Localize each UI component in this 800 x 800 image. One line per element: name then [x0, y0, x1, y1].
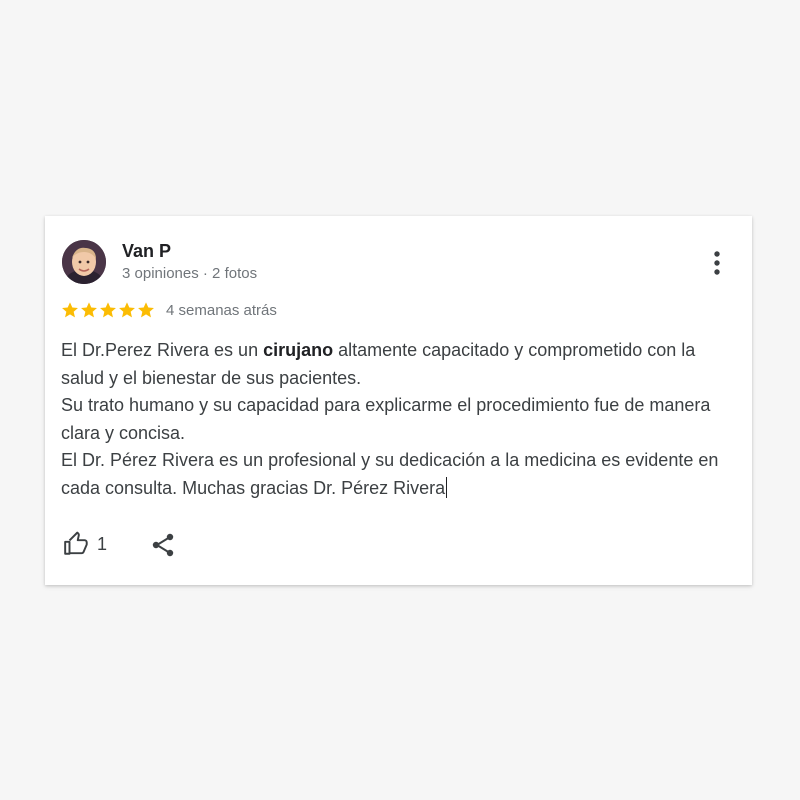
more-options-button[interactable]	[704, 249, 730, 277]
review-text-bold: cirujano	[263, 340, 334, 360]
review-card: Van P 3 opiniones · 2 fotos 4 semanas at…	[45, 216, 752, 585]
share-icon	[152, 533, 174, 557]
star-icon	[61, 301, 79, 319]
review-text: El Dr.Perez Rivera es un cirujano altame…	[61, 337, 741, 502]
author-name[interactable]: Van P	[122, 241, 171, 262]
star-rating	[61, 301, 155, 319]
thumb-up-icon	[64, 531, 88, 555]
star-icon	[118, 301, 136, 319]
review-text-part: El Dr. Pérez Rivera es un profesional y …	[61, 450, 719, 498]
like-button[interactable]: 1	[63, 531, 107, 557]
author-meta: 3 opiniones · 2 fotos	[122, 265, 258, 282]
share-button[interactable]	[151, 532, 175, 563]
review-paragraph-1: El Dr.Perez Rivera es un cirujano altame…	[61, 337, 741, 392]
review-paragraph-3: El Dr. Pérez Rivera es un profesional y …	[61, 447, 741, 502]
review-paragraph-2: Su trato humano y su capacidad para expl…	[61, 395, 711, 443]
star-icon	[99, 301, 117, 319]
review-text-part: El Dr.Perez Rivera es un	[61, 340, 264, 360]
star-icon	[137, 301, 155, 319]
more-vert-icon	[714, 251, 720, 275]
star-icon	[80, 301, 98, 319]
author-avatar[interactable]	[62, 240, 106, 284]
review-time: 4 semanas atrás	[166, 302, 277, 319]
text-cursor	[446, 476, 448, 498]
avatar-image	[62, 240, 106, 284]
like-count: 1	[97, 533, 108, 554]
